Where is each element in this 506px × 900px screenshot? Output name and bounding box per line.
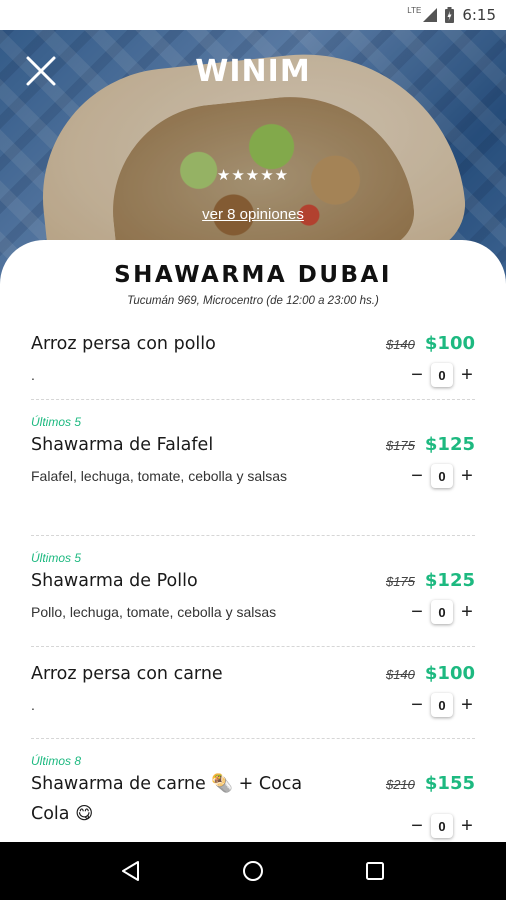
quantity-stepper: − 0 + bbox=[409, 363, 475, 387]
decrement-button[interactable]: − bbox=[409, 694, 425, 716]
stock-tag: Últimos 5 bbox=[31, 551, 82, 565]
price: $155 bbox=[424, 773, 475, 794]
quantity-value[interactable]: 0 bbox=[431, 464, 453, 488]
price: $125 bbox=[424, 434, 475, 455]
menu-item[interactable]: Últimos 5 Shawarma de Falafel $175 $125 … bbox=[31, 400, 475, 536]
stock-tag: Últimos 5 bbox=[31, 415, 82, 429]
status-bar: LTE 6:15 bbox=[0, 0, 506, 30]
home-icon[interactable] bbox=[241, 859, 265, 883]
quantity-stepper: − 0 + bbox=[409, 814, 475, 838]
decrement-button[interactable]: − bbox=[409, 465, 425, 487]
old-price: $140 bbox=[385, 667, 415, 682]
item-description: Pollo, lechuga, tomate, cebolla y salsas bbox=[31, 604, 277, 620]
item-description: Falafel, lechuga, tomate, cebolla y sals… bbox=[31, 468, 288, 484]
stock-tag: Últimos 8 bbox=[31, 754, 82, 768]
item-name: Shawarma de Pollo bbox=[31, 571, 198, 591]
item-name: Shawarma de Falafel bbox=[31, 435, 214, 455]
item-name: Arroz persa con carne bbox=[31, 664, 223, 684]
reviews-link[interactable]: ver 8 opiniones bbox=[0, 206, 506, 223]
item-name: Shawarma de carne 🌯 + Coca Cola 😋 bbox=[31, 774, 303, 824]
status-time: 6:15 bbox=[462, 6, 496, 24]
quantity-value[interactable]: 0 bbox=[431, 814, 453, 838]
increment-button[interactable]: + bbox=[459, 694, 475, 716]
menu-item[interactable]: Últimos 8 Shawarma de carne 🌯 + Coca Col… bbox=[31, 739, 475, 842]
decrement-button[interactable]: − bbox=[409, 601, 425, 623]
navigation-bar bbox=[0, 842, 506, 900]
app-logo: WINIM bbox=[195, 54, 311, 89]
signal-icon bbox=[423, 8, 438, 22]
price: $125 bbox=[424, 570, 475, 591]
battery-icon bbox=[445, 7, 455, 23]
increment-button[interactable]: + bbox=[459, 601, 475, 623]
item-description: . bbox=[31, 697, 35, 713]
price: $100 bbox=[424, 333, 475, 354]
network-label: LTE bbox=[407, 5, 422, 15]
item-name: Arroz persa con pollo bbox=[31, 334, 216, 354]
old-price: $210 bbox=[385, 777, 415, 792]
increment-button[interactable]: + bbox=[459, 364, 475, 386]
recents-icon[interactable] bbox=[363, 859, 387, 883]
old-price: $140 bbox=[385, 337, 415, 352]
quantity-value[interactable]: 0 bbox=[431, 363, 453, 387]
price: $100 bbox=[424, 663, 475, 684]
menu-item[interactable]: Últimos 5 Shawarma de Pollo $175 $125 Po… bbox=[31, 536, 475, 647]
quantity-stepper: − 0 + bbox=[409, 600, 475, 624]
back-icon[interactable] bbox=[119, 859, 143, 883]
quantity-value[interactable]: 0 bbox=[431, 693, 453, 717]
menu-list: Arroz persa con pollo $140 $100 . − 0 + … bbox=[31, 324, 475, 842]
increment-button[interactable]: + bbox=[459, 815, 475, 837]
increment-button[interactable]: + bbox=[459, 465, 475, 487]
rating-stars: ★★★★★ bbox=[216, 167, 290, 184]
restaurant-address: Tucumán 969, Microcentro (de 12:00 a 23:… bbox=[127, 295, 379, 307]
menu-item[interactable]: Arroz persa con pollo $140 $100 . − 0 + bbox=[31, 324, 475, 400]
decrement-button[interactable]: − bbox=[409, 364, 425, 386]
old-price: $175 bbox=[385, 438, 415, 453]
quantity-value[interactable]: 0 bbox=[431, 600, 453, 624]
quantity-stepper: − 0 + bbox=[409, 464, 475, 488]
restaurant-card: SHAWARMA DUBAI Tucumán 969, Microcentro … bbox=[0, 240, 506, 842]
restaurant-name: SHAWARMA DUBAI bbox=[114, 262, 392, 288]
old-price: $175 bbox=[385, 574, 415, 589]
decrement-button[interactable]: − bbox=[409, 815, 425, 837]
menu-item[interactable]: Arroz persa con carne $140 $100 . − 0 + bbox=[31, 647, 475, 739]
item-description: . bbox=[31, 367, 35, 383]
quantity-stepper: − 0 + bbox=[409, 693, 475, 717]
